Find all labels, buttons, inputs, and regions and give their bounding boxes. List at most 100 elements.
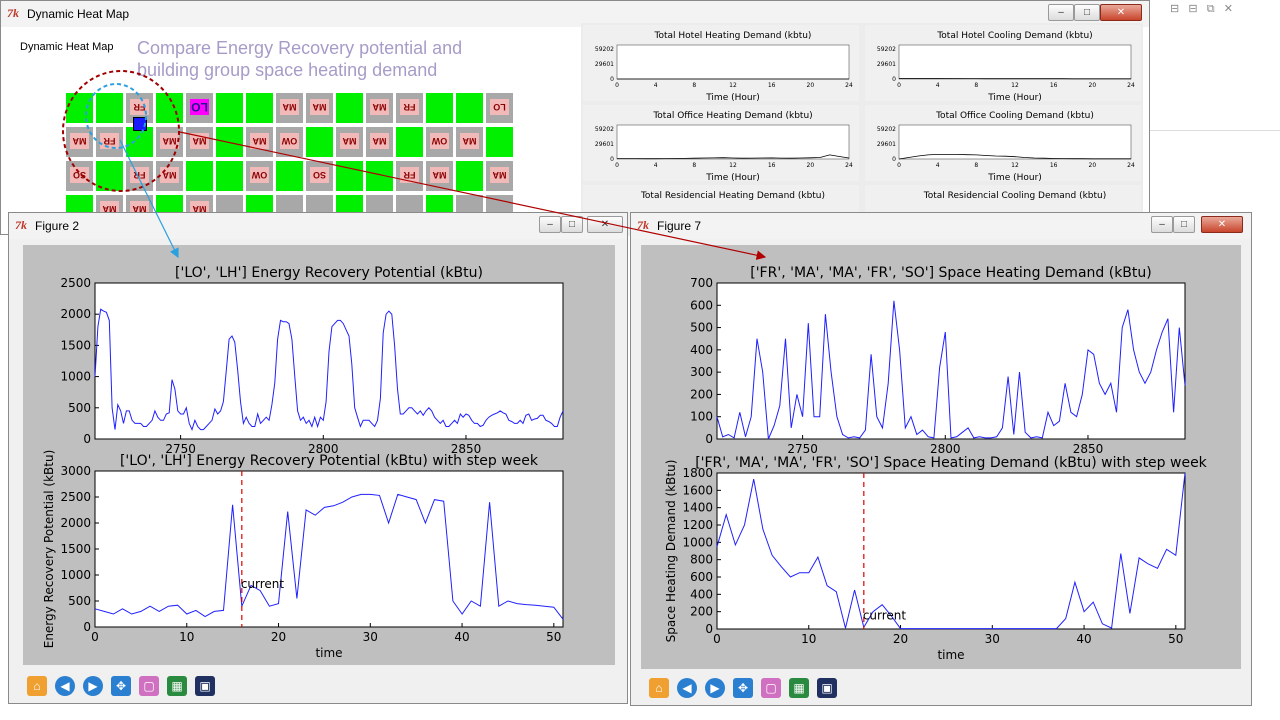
map-tile[interactable]: MA bbox=[186, 127, 213, 157]
back-icon[interactable]: ◀ bbox=[675, 676, 699, 700]
mini-x-tick: 8 bbox=[692, 82, 696, 89]
mini-x-tick: 20 bbox=[1089, 82, 1097, 89]
y-tick-label: 800 bbox=[690, 553, 713, 567]
map-tile[interactable] bbox=[246, 93, 273, 123]
maximize-button[interactable]: □ bbox=[561, 216, 583, 233]
map-tile-label: MA bbox=[460, 133, 479, 149]
map-tile[interactable]: SO bbox=[66, 161, 93, 191]
mini-y-tick: 59202 bbox=[877, 46, 896, 53]
minimize-button[interactable]: – bbox=[1048, 4, 1074, 21]
y-tick-label: 200 bbox=[690, 387, 713, 401]
main-window-title: Dynamic Heat Map bbox=[27, 7, 130, 21]
map-tile[interactable]: MA bbox=[456, 127, 483, 157]
map-tile-label: OW bbox=[280, 133, 299, 149]
close-button[interactable]: ✕ bbox=[1201, 216, 1243, 233]
figure7-toolbar: ⌂ ◀ ▶ ✥ ▢ ▦ ▣ bbox=[639, 673, 939, 703]
back-icon[interactable]: ◀ bbox=[53, 674, 77, 698]
map-tile[interactable] bbox=[276, 161, 303, 191]
map-tile[interactable]: MA bbox=[306, 93, 333, 123]
mini-x-tick: 20 bbox=[807, 82, 815, 89]
home-icon[interactable]: ⌂ bbox=[25, 674, 49, 698]
forward-icon[interactable]: ▶ bbox=[81, 674, 105, 698]
mini-x-tick: 24 bbox=[1127, 82, 1135, 89]
mini-chart-title: Total Residencial Heating Demand (kbtu) bbox=[640, 191, 825, 201]
map-tile[interactable] bbox=[126, 127, 153, 157]
map-tile[interactable]: MA bbox=[486, 161, 513, 191]
map-tile[interactable] bbox=[186, 161, 213, 191]
map-tile[interactable] bbox=[336, 161, 363, 191]
x-tick-label: 2800 bbox=[930, 442, 961, 456]
close-button[interactable]: ✕ bbox=[587, 216, 623, 233]
map-tile[interactable]: SO bbox=[306, 161, 333, 191]
map-tile[interactable]: MA bbox=[156, 127, 183, 157]
figure7-window: 7k Figure 7 – □ ✕ ['FR', 'MA', 'MA', 'FR… bbox=[630, 212, 1252, 706]
map-tile[interactable] bbox=[426, 93, 453, 123]
map-tile[interactable] bbox=[66, 93, 93, 123]
map-tile[interactable]: MA bbox=[366, 127, 393, 157]
map-tile[interactable] bbox=[396, 127, 423, 157]
map-tile[interactable] bbox=[306, 127, 333, 157]
map-tile[interactable] bbox=[216, 93, 243, 123]
chart-title: ['FR', 'MA', 'MA', 'FR', 'SO'] Space Hea… bbox=[750, 265, 1151, 281]
map-tile[interactable] bbox=[96, 161, 123, 191]
figure7-titlebar[interactable]: 7k Figure 7 – □ ✕ bbox=[631, 213, 1251, 239]
y-tick-label: 1200 bbox=[682, 518, 713, 532]
zoom-icon[interactable]: ▢ bbox=[137, 674, 161, 698]
map-tile[interactable]: MA bbox=[276, 93, 303, 123]
map-tile[interactable]: MA bbox=[156, 161, 183, 191]
map-tile[interactable]: FR bbox=[396, 161, 423, 191]
mini-x-tick: 8 bbox=[974, 82, 978, 89]
pan-icon[interactable]: ✥ bbox=[109, 674, 133, 698]
map-tile-label: OW bbox=[250, 167, 269, 183]
maximize-button[interactable]: □ bbox=[1173, 216, 1195, 233]
map-tile[interactable] bbox=[366, 161, 393, 191]
map-tile[interactable]: LO bbox=[486, 93, 513, 123]
mini-x-tick: 16 bbox=[768, 82, 776, 89]
map-tile-label: FR bbox=[130, 99, 149, 115]
map-tile[interactable]: OW bbox=[246, 161, 273, 191]
map-tile[interactable]: MA bbox=[366, 93, 393, 123]
map-tile[interactable]: MA bbox=[66, 127, 93, 157]
map-tile[interactable] bbox=[156, 93, 183, 123]
map-tile[interactable]: LO bbox=[186, 93, 213, 123]
x-axis-label: time bbox=[315, 646, 342, 660]
map-tile[interactable] bbox=[96, 93, 123, 123]
mini-plot-frame bbox=[898, 124, 1132, 160]
figure2-titlebar[interactable]: 7k Figure 2 – □ ✕ bbox=[9, 213, 627, 239]
subplots-icon[interactable]: ▦ bbox=[165, 674, 189, 698]
map-tile[interactable]: FR bbox=[396, 93, 423, 123]
map-tile[interactable] bbox=[216, 161, 243, 191]
pan-icon[interactable]: ✥ bbox=[731, 676, 755, 700]
close-button[interactable]: ✕ bbox=[1100, 4, 1142, 21]
zoom-icon[interactable]: ▢ bbox=[759, 676, 783, 700]
minimize-button[interactable]: – bbox=[1151, 216, 1173, 233]
minimize-button[interactable]: – bbox=[539, 216, 561, 233]
map-tile[interactable] bbox=[336, 93, 363, 123]
selected-building[interactable] bbox=[133, 117, 147, 131]
figure2-canvas[interactable]: ['LO', 'LH'] Energy Recovery Potential (… bbox=[23, 245, 615, 665]
map-tile[interactable]: OW bbox=[276, 127, 303, 157]
mini-chart-title: Total Office Cooling Demand (kbtu) bbox=[935, 111, 1094, 121]
map-tile[interactable] bbox=[456, 93, 483, 123]
map-tile[interactable]: MA bbox=[426, 161, 453, 191]
mini-x-tick: 12 bbox=[1011, 82, 1019, 89]
maximize-button[interactable]: □ bbox=[1074, 4, 1100, 21]
save-icon[interactable]: ▣ bbox=[193, 674, 217, 698]
annotation-line-1: Compare Energy Recovery potential and bbox=[137, 38, 463, 58]
map-tile[interactable]: FR bbox=[126, 161, 153, 191]
figure7-canvas[interactable]: ['FR', 'MA', 'MA', 'FR', 'SO'] Space Hea… bbox=[641, 245, 1241, 669]
mini-chart-title: Total Hotel Heating Demand (kbtu) bbox=[654, 31, 812, 41]
save-icon[interactable]: ▣ bbox=[815, 676, 839, 700]
subplots-icon[interactable]: ▦ bbox=[787, 676, 811, 700]
map-tile[interactable]: MA bbox=[336, 127, 363, 157]
map-tile[interactable]: FR bbox=[96, 127, 123, 157]
forward-icon[interactable]: ▶ bbox=[703, 676, 727, 700]
map-tile[interactable]: MA bbox=[246, 127, 273, 157]
map-tile[interactable] bbox=[486, 127, 513, 157]
figure7-title: Figure 7 bbox=[657, 219, 702, 233]
map-tile[interactable]: OW bbox=[426, 127, 453, 157]
map-tile[interactable] bbox=[456, 161, 483, 191]
map-tile[interactable] bbox=[216, 127, 243, 157]
home-icon[interactable]: ⌂ bbox=[647, 676, 671, 700]
mini-x-tick: 4 bbox=[654, 162, 658, 169]
